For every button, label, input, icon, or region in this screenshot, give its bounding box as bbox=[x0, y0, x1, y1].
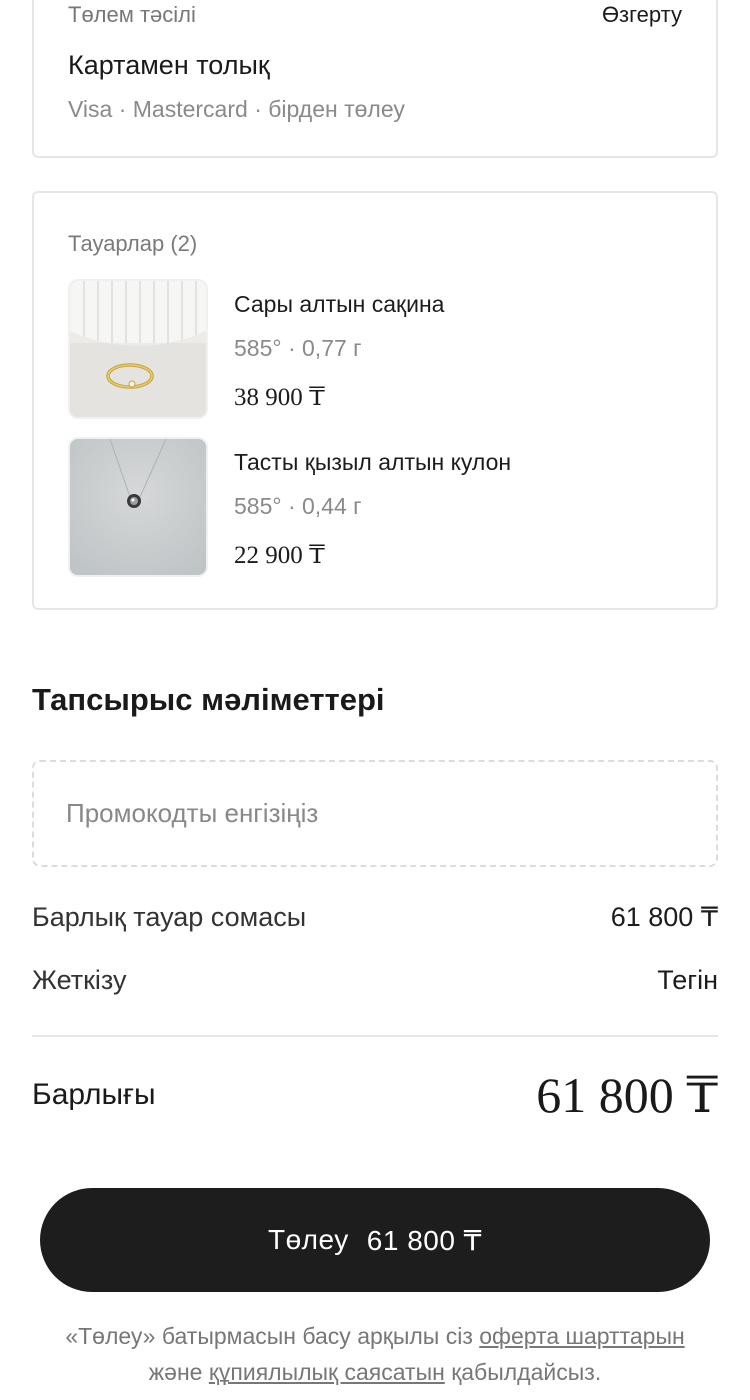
promo-code-field[interactable] bbox=[32, 760, 718, 867]
divider bbox=[32, 1035, 718, 1037]
legal-text: қабылдайсыз. bbox=[444, 1359, 602, 1385]
payment-method-card: Төлем тәсілі Өзгерту Картамен толық Visa… bbox=[32, 0, 718, 158]
offer-terms-link[interactable]: оферта шарттарын bbox=[479, 1323, 684, 1349]
order-details-title: Тапсырыс мәліметтері bbox=[32, 682, 385, 717]
legal-text: және bbox=[148, 1359, 209, 1385]
pay-button[interactable]: Төлеу 61 800 ₸ bbox=[40, 1188, 710, 1292]
legal-text: «Төлеу» батырмасын басу арқылы сіз bbox=[65, 1323, 480, 1349]
gold-ring-thumbnail bbox=[68, 279, 208, 419]
pay-button-amount: 61 800 ₸ bbox=[366, 1224, 482, 1256]
item-price: 38 900 ₸ bbox=[234, 384, 325, 411]
pendant-thumbnail bbox=[68, 437, 208, 577]
promo-code-input[interactable] bbox=[66, 762, 686, 865]
item-name: Сары алтын сақина bbox=[234, 291, 445, 317]
delivery-value: Тегін bbox=[657, 965, 718, 995]
total-label: Барлығы bbox=[32, 1078, 156, 1111]
goods-sum-label: Барлық тауар сомасы bbox=[32, 902, 307, 932]
payment-method-subtitle: Visa · Mastercard · бірден төлеу bbox=[68, 96, 405, 122]
delivery-label: Жеткізу bbox=[32, 965, 127, 995]
item-spec: 585° · 0,77 г bbox=[234, 335, 362, 361]
goods-item[interactable]: Сары алтын сақина 585° · 0,77 г 38 900 ₸ bbox=[68, 279, 688, 419]
payment-method-label: Төлем тәсілі bbox=[68, 2, 196, 27]
goods-sum-value: 61 800 ₸ bbox=[610, 902, 718, 932]
item-name: Тасты қызыл алтын кулон bbox=[234, 449, 512, 475]
payment-method-value: Картамен толық bbox=[68, 50, 270, 80]
item-spec: 585° · 0,44 г bbox=[234, 493, 362, 519]
goods-count-label: Тауарлар (2) bbox=[68, 231, 198, 256]
legal-notice: «Төлеу» батырмасын басу арқылы сіз оферт… bbox=[40, 1318, 710, 1390]
item-price: 22 900 ₸ bbox=[234, 542, 325, 569]
pay-button-label: Төлеу bbox=[267, 1224, 349, 1255]
goods-item[interactable]: Тасты қызыл алтын кулон 585° · 0,44 г 22… bbox=[68, 437, 688, 577]
privacy-policy-link[interactable]: құпиялылық саясатын bbox=[209, 1359, 445, 1385]
goods-card: Тауарлар (2) Сары алтын сақина 585° · 0,… bbox=[32, 191, 718, 610]
total-value: 61 800 ₸ bbox=[536, 1067, 718, 1123]
change-payment-link[interactable]: Өзгерту bbox=[602, 2, 682, 28]
